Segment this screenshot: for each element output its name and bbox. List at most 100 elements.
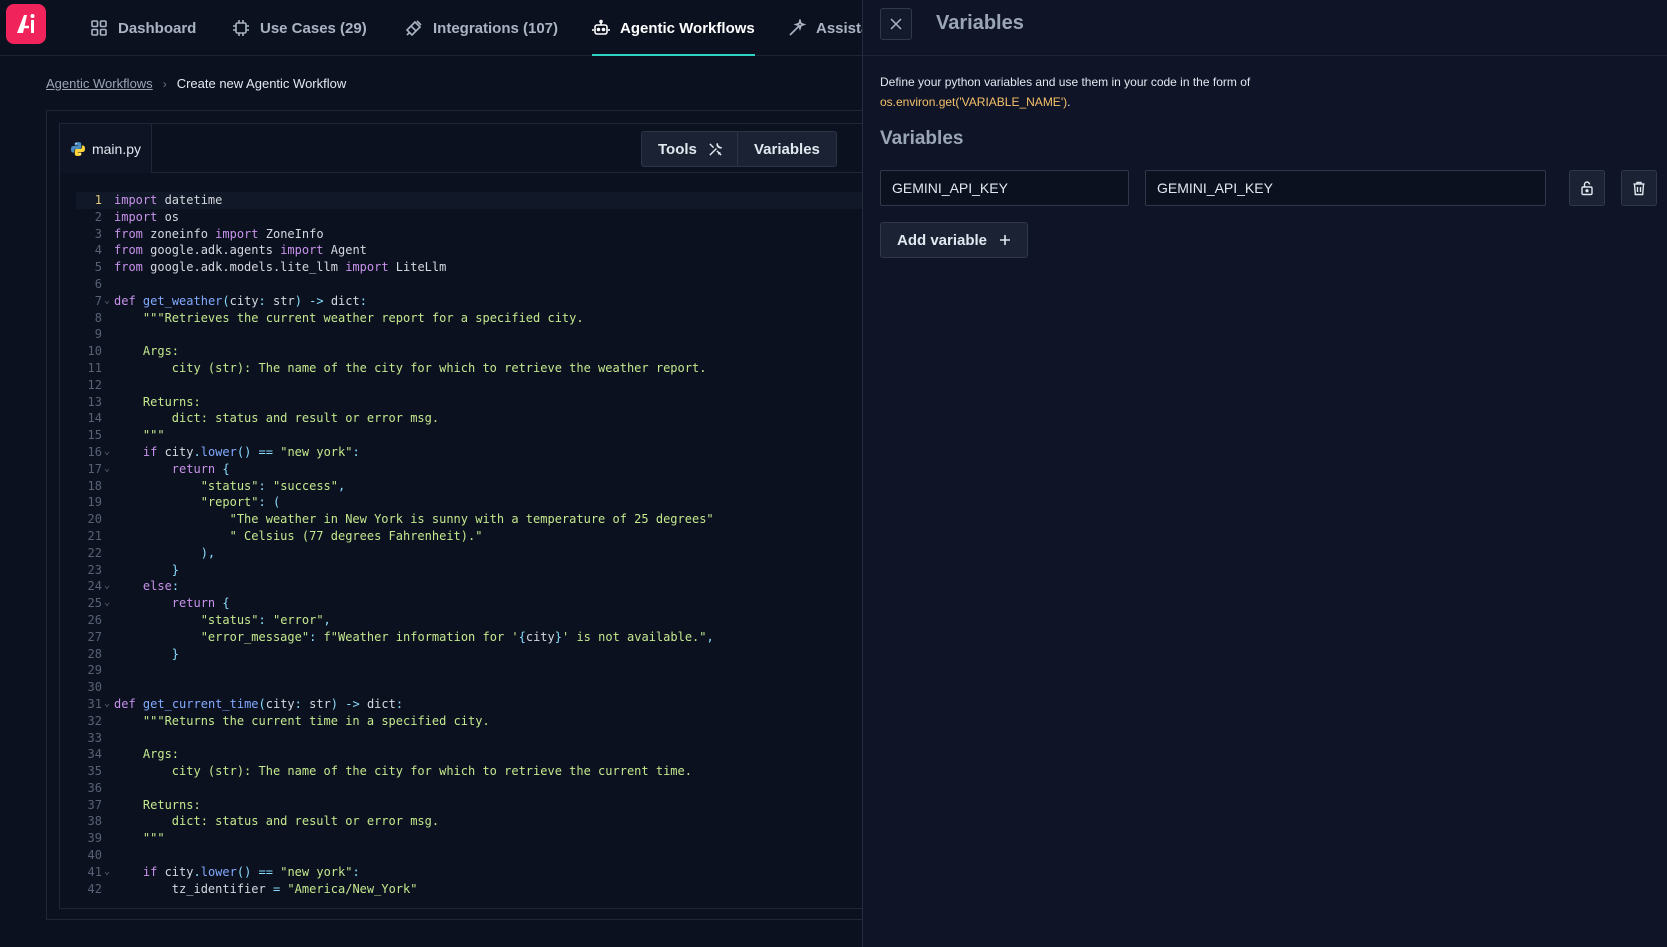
code-line[interactable]: 40 bbox=[76, 847, 916, 864]
line-code: """ bbox=[114, 831, 165, 846]
code-line[interactable]: 32 """Returns the current time in a spec… bbox=[76, 713, 916, 730]
fold-chevron-icon[interactable]: ⌄ bbox=[104, 461, 110, 478]
file-tab-main-py[interactable]: main.py bbox=[60, 124, 152, 173]
code-line[interactable]: 13 Returns: bbox=[76, 394, 916, 411]
fold-chevron-icon[interactable]: ⌄ bbox=[104, 293, 110, 310]
code-line[interactable]: 10 Args: bbox=[76, 343, 916, 360]
code-line[interactable]: 16 ⌄ if city.lower() == "new york": bbox=[76, 444, 916, 461]
code-line[interactable]: 14 dict: status and result or error msg. bbox=[76, 410, 916, 427]
code-line[interactable]: 36 bbox=[76, 780, 916, 797]
line-number: 13 bbox=[87, 394, 102, 409]
nav-tab-label: Use Cases (29) bbox=[260, 19, 367, 37]
code-line[interactable]: 34 Args: bbox=[76, 746, 916, 763]
variables-button[interactable]: Variables bbox=[737, 131, 837, 167]
variable-value-input[interactable] bbox=[1145, 170, 1546, 206]
code-line[interactable]: 15 """ bbox=[76, 427, 916, 444]
add-variable-button[interactable]: Add variable bbox=[880, 222, 1029, 258]
code-line[interactable]: 24 ⌄ else: bbox=[76, 578, 916, 595]
code-editor: main.py Tools Variables 1 import datetime… bbox=[59, 123, 919, 909]
code-line[interactable]: 25 ⌄ return { bbox=[76, 595, 916, 612]
nav-tab-integrations[interactable]: Integrations (107) bbox=[405, 0, 558, 56]
line-number: 33 bbox=[87, 730, 102, 745]
delete-variable-button[interactable] bbox=[1621, 170, 1657, 206]
fold-chevron-icon[interactable]: ⌄ bbox=[104, 595, 110, 612]
code-line[interactable]: 8 """Retrieves the current weather repor… bbox=[76, 310, 916, 327]
nav-tab-assistants[interactable]: Assista bbox=[788, 0, 869, 56]
code-line[interactable]: 1 import datetime bbox=[76, 192, 916, 209]
code-line[interactable]: 31 ⌄ def get_current_time(city: str) -> di… bbox=[76, 696, 916, 713]
line-number: 17 bbox=[87, 461, 102, 476]
code-line[interactable]: 26 "status": "error", bbox=[76, 612, 916, 629]
unlock-icon bbox=[1581, 181, 1593, 196]
line-code: "The weather in New York is sunny with a… bbox=[229, 512, 714, 527]
line-code: import os bbox=[114, 209, 180, 224]
code-line[interactable]: 12 bbox=[76, 377, 916, 394]
code-line[interactable]: 5 from google.adk.models.lite_llm import … bbox=[76, 259, 916, 276]
lock-toggle-button[interactable] bbox=[1569, 170, 1605, 206]
line-number: 7 bbox=[94, 293, 102, 308]
line-number: 35 bbox=[87, 764, 102, 779]
code-area[interactable]: 1 import datetime 2 import os 3 from zoneinfo… bbox=[76, 192, 916, 896]
line-number: 2 bbox=[94, 209, 102, 224]
line-number: 3 bbox=[94, 226, 102, 241]
line-code: city (str): The name of the city for whi… bbox=[114, 764, 692, 779]
code-line[interactable]: 11 city (str): The name of the city for … bbox=[76, 360, 916, 377]
fold-chevron-icon[interactable]: ⌄ bbox=[104, 444, 110, 461]
line-number: 14 bbox=[87, 411, 102, 426]
breadcrumb-link-agentic-workflows[interactable]: Agentic Workflows bbox=[46, 76, 153, 91]
nav-tab-use-cases[interactable]: Use Cases (29) bbox=[232, 0, 367, 56]
code-line[interactable]: 2 import os bbox=[76, 209, 916, 226]
breadcrumb: Agentic Workflows › Create new Agentic W… bbox=[46, 76, 346, 91]
line-code: Returns: bbox=[114, 797, 201, 812]
panel-header: Variables bbox=[863, 0, 1667, 56]
code-line[interactable]: 37 Returns: bbox=[76, 797, 916, 814]
line-number: 41 bbox=[87, 864, 102, 879]
code-line[interactable]: 33 bbox=[76, 730, 916, 747]
line-number: 23 bbox=[87, 562, 102, 577]
code-line[interactable]: 9 bbox=[76, 326, 916, 343]
code-line[interactable]: 7 ⌄ def get_weather(city: str) -> dict: bbox=[76, 293, 916, 310]
code-line[interactable]: 17 ⌄ return { bbox=[76, 461, 916, 478]
code-line[interactable]: 30 bbox=[76, 679, 916, 696]
grid-icon bbox=[91, 20, 107, 36]
code-line[interactable]: 28 } bbox=[76, 646, 916, 663]
code-line[interactable]: 6 bbox=[76, 276, 916, 293]
code-line[interactable]: 21 " Celsius (77 degrees Fahrenheit)." bbox=[76, 528, 916, 545]
plus-icon bbox=[1000, 235, 1011, 245]
line-number: 15 bbox=[87, 428, 102, 443]
line-code: } bbox=[171, 562, 180, 577]
line-number: 6 bbox=[94, 276, 102, 291]
fold-chevron-icon[interactable]: ⌄ bbox=[104, 864, 110, 881]
code-line[interactable]: 22 ), bbox=[76, 545, 916, 562]
code-line[interactable]: 29 bbox=[76, 662, 916, 679]
code-line[interactable]: 3 from zoneinfo import ZoneInfo bbox=[76, 226, 916, 243]
code-line[interactable]: 41 ⌄ if city.lower() == "new york": bbox=[76, 864, 916, 881]
line-code: "status": "error", bbox=[200, 612, 331, 627]
code-line[interactable]: 4 from google.adk.agents import Agent bbox=[76, 242, 916, 259]
code-line[interactable]: 20 "The weather in New York is sunny wit… bbox=[76, 511, 916, 528]
line-number: 5 bbox=[94, 260, 102, 275]
code-line[interactable]: 19 "report": ( bbox=[76, 494, 916, 511]
nav-tab-agentic-workflows[interactable]: Agentic Workflows bbox=[592, 0, 755, 56]
line-code: return { bbox=[171, 461, 230, 476]
code-line[interactable]: 39 """ bbox=[76, 830, 916, 847]
code-line[interactable]: 27 "error_message": f"Weather informatio… bbox=[76, 629, 916, 646]
line-code: "status": "success", bbox=[200, 478, 346, 493]
variables-panel: Variables Define your python variables a… bbox=[862, 0, 1667, 947]
variable-name-input[interactable] bbox=[880, 170, 1129, 206]
line-number: 10 bbox=[87, 344, 102, 359]
fold-chevron-icon[interactable]: ⌄ bbox=[104, 696, 110, 713]
app-logo[interactable] bbox=[6, 4, 46, 44]
nav-tab-dashboard[interactable]: Dashboard bbox=[90, 0, 196, 56]
nav-tab-label: Dashboard bbox=[118, 19, 197, 37]
close-button[interactable] bbox=[880, 8, 912, 40]
editor-container: main.py Tools Variables 1 import datetime… bbox=[46, 110, 919, 920]
line-code: """Retrieves the current weather report … bbox=[142, 310, 584, 325]
code-line[interactable]: 35 city (str): The name of the city for … bbox=[76, 763, 916, 780]
code-line[interactable]: 38 dict: status and result or error msg. bbox=[76, 813, 916, 830]
fold-chevron-icon[interactable]: ⌄ bbox=[104, 578, 110, 595]
code-line[interactable]: 42 tz_identifier = "America/New_York" bbox=[76, 881, 916, 896]
code-line[interactable]: 23 } bbox=[76, 562, 916, 579]
code-line[interactable]: 18 "status": "success", bbox=[76, 478, 916, 495]
tools-button[interactable]: Tools bbox=[641, 131, 741, 167]
